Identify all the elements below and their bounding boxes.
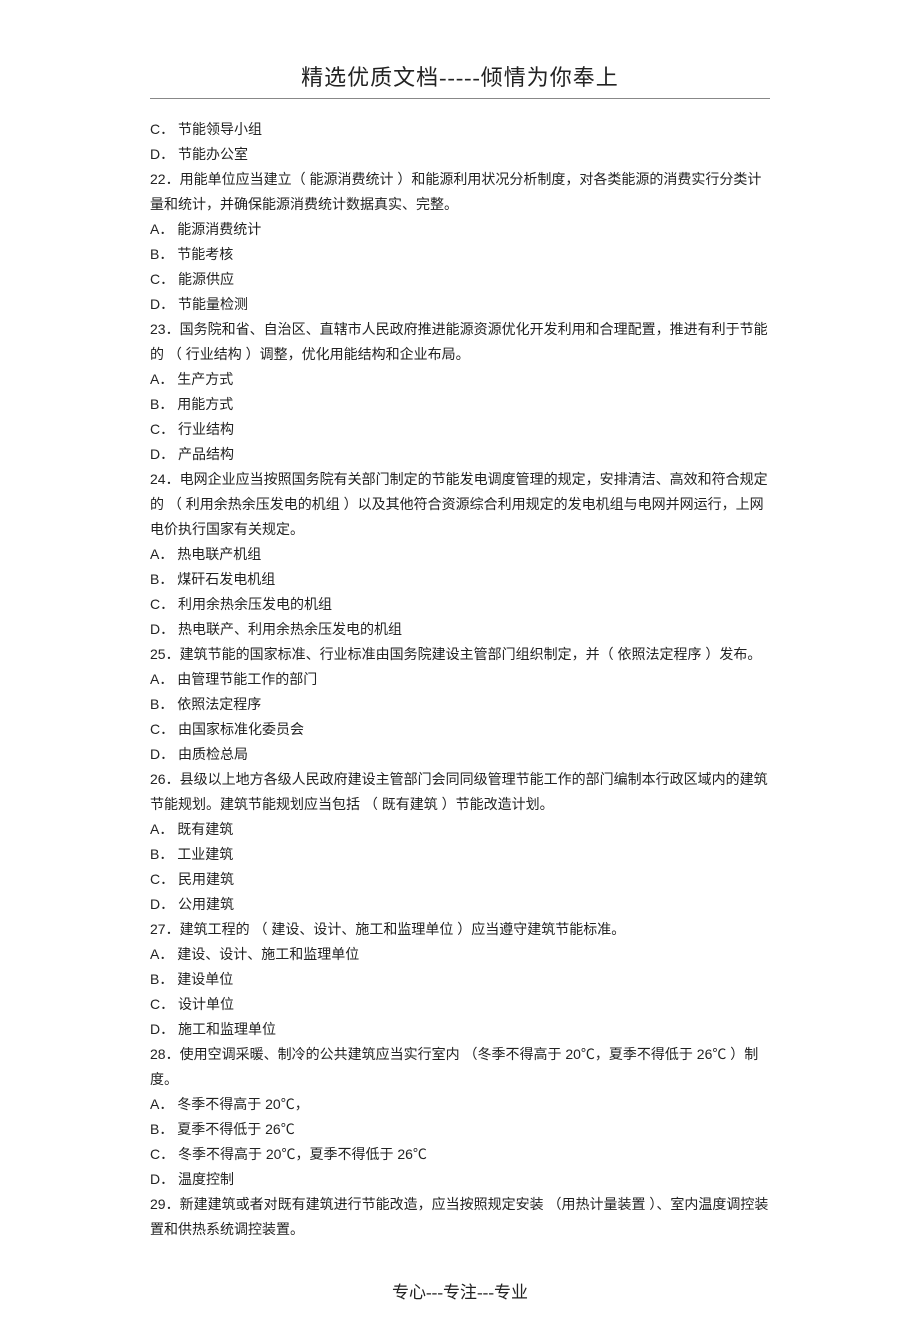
text-line: B． 夏季不得低于 26℃: [150, 1117, 770, 1142]
text-line: A． 冬季不得高于 20℃，: [150, 1092, 770, 1117]
text-line: D． 热电联产、利用余热余压发电的机组: [150, 617, 770, 642]
text-line: 23．国务院和省、自治区、直辖市人民政府推进能源资源优化开发利用和合理配置，推进…: [150, 317, 770, 367]
text-line: B． 工业建筑: [150, 842, 770, 867]
page-header: 精选优质文档-----倾情为你奉上: [150, 60, 770, 99]
text-line: D． 节能量检测: [150, 292, 770, 317]
text-line: D． 由质检总局: [150, 742, 770, 767]
text-line: B． 用能方式: [150, 392, 770, 417]
text-line: A． 既有建筑: [150, 817, 770, 842]
text-line: C． 民用建筑: [150, 867, 770, 892]
document-page: 精选优质文档-----倾情为你奉上 C． 节能领导小组D． 节能办公室22．用能…: [0, 0, 920, 1343]
text-line: D． 节能办公室: [150, 142, 770, 167]
text-line: B． 节能考核: [150, 242, 770, 267]
text-line: A． 能源消费统计: [150, 217, 770, 242]
text-line: B． 煤矸石发电机组: [150, 567, 770, 592]
text-line: A． 建设、设计、施工和监理单位: [150, 942, 770, 967]
text-line: D． 产品结构: [150, 442, 770, 467]
text-line: A． 热电联产机组: [150, 542, 770, 567]
text-line: 29．新建建筑或者对既有建筑进行节能改造，应当按照规定安装 （用热计量装置 ）、…: [150, 1192, 770, 1242]
text-line: 22．用能单位应当建立（ 能源消费统计 ）和能源利用状况分析制度，对各类能源的消…: [150, 167, 770, 217]
text-line: D． 温度控制: [150, 1167, 770, 1192]
text-line: C． 能源供应: [150, 267, 770, 292]
text-line: 26．县级以上地方各级人民政府建设主管部门会同同级管理节能工作的部门编制本行政区…: [150, 767, 770, 817]
text-line: C． 行业结构: [150, 417, 770, 442]
text-line: 27．建筑工程的 （ 建设、设计、施工和监理单位 ）应当遵守建筑节能标准。: [150, 917, 770, 942]
text-line: C． 设计单位: [150, 992, 770, 1017]
text-line: C． 利用余热余压发电的机组: [150, 592, 770, 617]
text-line: 28．使用空调采暖、制冷的公共建筑应当实行室内 （冬季不得高于 20℃，夏季不得…: [150, 1042, 770, 1092]
document-content: C． 节能领导小组D． 节能办公室22．用能单位应当建立（ 能源消费统计 ）和能…: [150, 117, 770, 1242]
text-line: 25．建筑节能的国家标准、行业标准由国务院建设主管部门组织制定，并（ 依照法定程…: [150, 642, 770, 667]
text-line: B． 建设单位: [150, 967, 770, 992]
text-line: A． 由管理节能工作的部门: [150, 667, 770, 692]
text-line: D． 施工和监理单位: [150, 1017, 770, 1042]
text-line: C． 节能领导小组: [150, 117, 770, 142]
page-footer: 专心---专注---专业: [150, 1278, 770, 1303]
text-line: C． 冬季不得高于 20℃，夏季不得低于 26℃: [150, 1142, 770, 1167]
text-line: B． 依照法定程序: [150, 692, 770, 717]
text-line: D． 公用建筑: [150, 892, 770, 917]
text-line: 24．电网企业应当按照国务院有关部门制定的节能发电调度管理的规定，安排清洁、高效…: [150, 467, 770, 542]
text-line: C． 由国家标准化委员会: [150, 717, 770, 742]
text-line: A． 生产方式: [150, 367, 770, 392]
